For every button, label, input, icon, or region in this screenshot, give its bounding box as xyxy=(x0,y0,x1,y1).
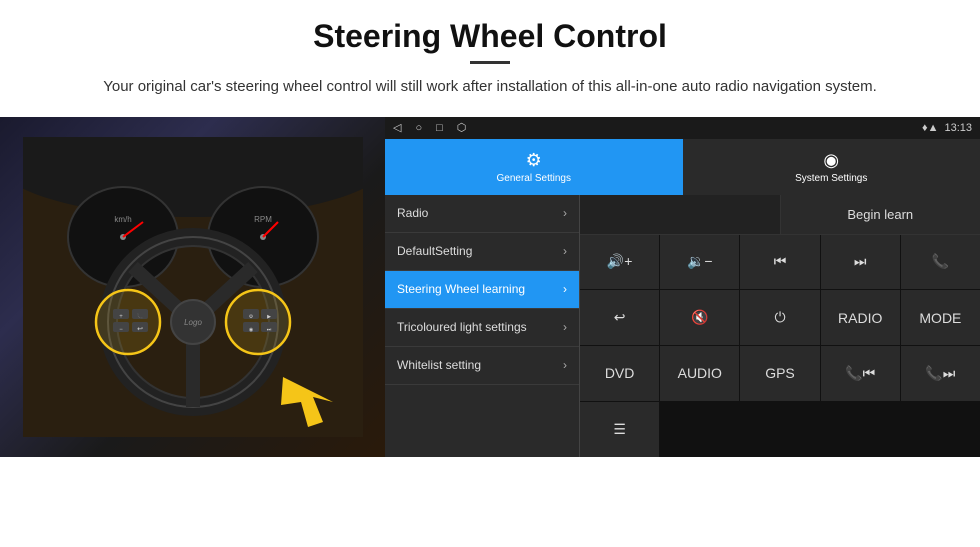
menu-item-tricoloured-label: Tricoloured light settings xyxy=(397,320,563,334)
menu-item-radio[interactable]: Radio › xyxy=(385,195,579,233)
steering-wheel-svg: km/h RPM Logo xyxy=(23,137,363,437)
prev-track-button[interactable]: ⏮ xyxy=(740,235,819,290)
time-display: 13:13 xyxy=(944,122,972,134)
header-section: Steering Wheel Control Your original car… xyxy=(0,0,980,109)
home-nav-icon[interactable]: ○ xyxy=(415,122,422,134)
page-wrapper: Steering Wheel Control Your original car… xyxy=(0,0,980,457)
title-divider xyxy=(470,61,510,64)
content-section: km/h RPM Logo xyxy=(0,117,980,457)
vol-down-button[interactable]: 🔉− xyxy=(660,235,739,290)
status-right: ♦▲ 13:13 xyxy=(922,122,972,134)
menu-default-chevron: › xyxy=(563,244,567,258)
svg-text:−: − xyxy=(119,327,123,333)
menu-tricoloured-chevron: › xyxy=(563,320,567,334)
control-buttons-grid: 🔊+ 🔉− ⏮ ⏭ 📞 xyxy=(580,235,980,457)
recents-nav-icon[interactable]: □ xyxy=(436,122,443,134)
call-next-button[interactable]: 📞⏭ xyxy=(901,346,980,401)
svg-text:RPM: RPM xyxy=(254,215,272,224)
system-settings-label: System Settings xyxy=(795,173,867,184)
menu-item-whitelist[interactable]: Whitelist setting › xyxy=(385,347,579,385)
vol-up-icon: 🔊+ xyxy=(607,253,633,270)
radio-button[interactable]: RADIO xyxy=(821,290,900,345)
vol-down-icon: 🔉− xyxy=(687,253,713,270)
car-bg: km/h RPM Logo xyxy=(0,117,385,457)
tab-system-settings[interactable]: ◉ System Settings xyxy=(683,139,980,195)
svg-text:📞: 📞 xyxy=(136,313,143,320)
location-icon: ♦▲ xyxy=(922,122,939,134)
subtitle: Your original car's steering wheel contr… xyxy=(90,76,890,99)
main-content-area: Radio › DefaultSetting › Steering Wheel … xyxy=(385,195,980,457)
svg-text:↩: ↩ xyxy=(137,326,143,333)
mode-label: MODE xyxy=(919,310,961,326)
svg-text:⚙: ⚙ xyxy=(248,314,253,320)
dvd-button[interactable]: DVD xyxy=(580,346,659,401)
menu-item-radio-label: Radio xyxy=(397,206,563,220)
call-prev-icon: 📞⏮ xyxy=(845,365,875,382)
general-settings-icon: ⚙ xyxy=(526,150,542,171)
menu-item-default-setting[interactable]: DefaultSetting › xyxy=(385,233,579,271)
mode-button[interactable]: MODE xyxy=(901,290,980,345)
system-settings-icon: ◉ xyxy=(823,150,839,171)
controls-top-row: Begin learn xyxy=(580,195,980,235)
gps-button[interactable]: GPS xyxy=(740,346,819,401)
settings-tabs: ⚙ General Settings ◉ System Settings xyxy=(385,139,980,195)
mute-button[interactable]: 🔇 xyxy=(660,290,739,345)
audio-label: AUDIO xyxy=(678,365,722,381)
prev-icon: ⏮ xyxy=(774,253,787,270)
back-nav-icon[interactable]: ◁ xyxy=(393,121,401,134)
svg-text:+: + xyxy=(119,314,123,320)
power-icon: ⏻ xyxy=(774,309,785,326)
hang-up-icon: ↩ xyxy=(614,309,626,326)
svg-text:⏭: ⏭ xyxy=(266,327,271,333)
cast-icon[interactable]: ⬡ xyxy=(457,121,467,134)
call-next-icon: 📞⏭ xyxy=(925,365,955,382)
menu-whitelist-chevron: › xyxy=(563,358,567,372)
menu-item-steering-wheel[interactable]: Steering Wheel learning › xyxy=(385,271,579,309)
android-ui: ◁ ○ □ ⬡ ♦▲ 13:13 ⚙ General Settings ◉ xyxy=(385,117,980,457)
call-icon: 📞 xyxy=(932,253,949,270)
begin-learn-button[interactable]: Begin learn xyxy=(847,207,913,222)
power-button[interactable]: ⏻ xyxy=(740,290,819,345)
mute-icon: 🔇 xyxy=(691,309,708,326)
svg-text:◉: ◉ xyxy=(248,327,253,333)
next-track-button[interactable]: ⏭ xyxy=(821,235,900,290)
begin-learn-area[interactable]: Begin learn xyxy=(780,195,980,234)
menu-item-default-label: DefaultSetting xyxy=(397,244,563,258)
menu-icon-button[interactable]: ☰ xyxy=(580,402,659,457)
status-nav-icons: ◁ ○ □ ⬡ xyxy=(393,121,466,134)
empty-top-area xyxy=(580,195,780,234)
menu-item-whitelist-label: Whitelist setting xyxy=(397,358,563,372)
svg-text:km/h: km/h xyxy=(114,215,131,224)
call-button[interactable]: 📞 xyxy=(901,235,980,290)
audio-button[interactable]: AUDIO xyxy=(660,346,739,401)
general-settings-label: General Settings xyxy=(497,173,572,184)
menu-steering-chevron: › xyxy=(563,282,567,296)
vol-up-button[interactable]: 🔊+ xyxy=(580,235,659,290)
radio-label: RADIO xyxy=(838,310,882,326)
menu-panel: Radio › DefaultSetting › Steering Wheel … xyxy=(385,195,580,457)
controls-panel: Begin learn 🔊+ 🔉− ⏮ xyxy=(580,195,980,457)
menu-list-icon: ☰ xyxy=(613,421,626,438)
menu-item-tricoloured[interactable]: Tricoloured light settings › xyxy=(385,309,579,347)
svg-text:Logo: Logo xyxy=(184,318,202,327)
gps-label: GPS xyxy=(765,365,795,381)
car-image: km/h RPM Logo xyxy=(0,117,385,457)
status-bar: ◁ ○ □ ⬡ ♦▲ 13:13 xyxy=(385,117,980,139)
dvd-label: DVD xyxy=(605,365,635,381)
svg-text:▶: ▶ xyxy=(267,314,271,320)
menu-radio-chevron: › xyxy=(563,206,567,220)
tab-general-settings[interactable]: ⚙ General Settings xyxy=(385,139,683,195)
menu-item-steering-label: Steering Wheel learning xyxy=(397,282,563,296)
page-title: Steering Wheel Control xyxy=(40,18,940,55)
call-prev-button[interactable]: 📞⏮ xyxy=(821,346,900,401)
next-icon: ⏭ xyxy=(854,253,867,270)
hang-up-button[interactable]: ↩ xyxy=(580,290,659,345)
